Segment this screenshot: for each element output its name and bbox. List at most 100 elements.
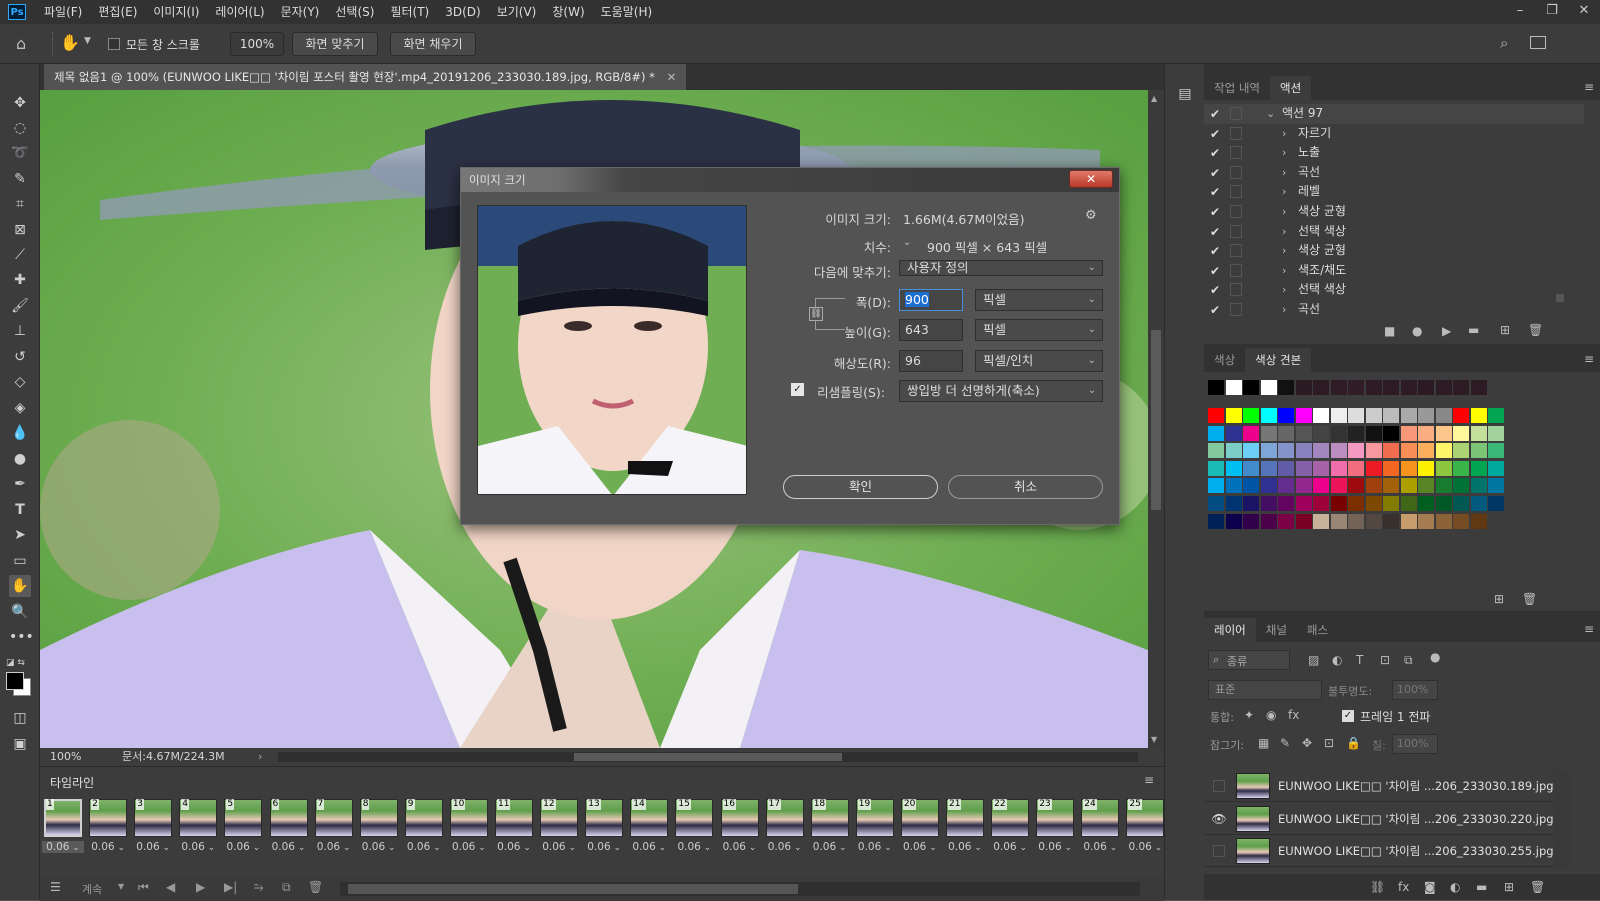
menu-select[interactable]: 선택(S)	[327, 0, 382, 24]
timeline-frame[interactable]: 13 0.06 ⌄	[583, 799, 625, 855]
vertical-scrollbar[interactable]: ▲ ▼	[1148, 90, 1164, 748]
color-swatch[interactable]	[1435, 478, 1452, 494]
dialog-toggle-box[interactable]	[1230, 283, 1242, 297]
color-swatch[interactable]	[1435, 408, 1452, 423]
color-swatch[interactable]	[1225, 408, 1242, 423]
color-swatch[interactable]	[1435, 443, 1452, 459]
move-tool-icon[interactable]: ✥	[9, 92, 31, 114]
color-swatch[interactable]	[1418, 425, 1434, 441]
color-swatch[interactable]	[1225, 460, 1242, 476]
chevron-right-icon[interactable]: ›	[1282, 261, 1286, 280]
color-swatch[interactable]	[1313, 443, 1329, 459]
color-swatch[interactable]	[1470, 513, 1487, 529]
height-input[interactable]: 643	[899, 319, 963, 341]
fill-field[interactable]: 100%	[1392, 734, 1438, 754]
color-swatch[interactable]	[1313, 478, 1329, 494]
menu-3d[interactable]: 3D(D)	[437, 0, 488, 24]
color-swatch[interactable]	[1330, 408, 1347, 423]
visibility-eye-icon[interactable]	[1213, 780, 1225, 792]
chevron-right-icon[interactable]: ›	[1282, 163, 1286, 182]
color-swatch[interactable]	[1225, 425, 1242, 441]
color-swatch[interactable]	[1383, 513, 1399, 529]
color-swatch[interactable]	[1243, 408, 1259, 423]
filter-smart-icon[interactable]: ⧉	[1404, 653, 1413, 668]
timeline-scroll-thumb[interactable]	[348, 884, 798, 894]
color-swatch[interactable]	[1278, 496, 1294, 511]
dialog-toggle-box[interactable]	[1230, 303, 1242, 316]
frame-delay[interactable]: 0.06 ⌄	[493, 841, 535, 853]
menu-image[interactable]: 이미지(I)	[145, 0, 207, 24]
color-swatch[interactable]	[1418, 513, 1434, 529]
frame-delay[interactable]: 0.06 ⌄	[1124, 841, 1166, 853]
frame-delay[interactable]: 0.06 ⌄	[989, 841, 1031, 853]
frame-delay[interactable]: 0.06 ⌄	[809, 841, 851, 853]
lock-artboard-icon[interactable]: ⊡	[1324, 736, 1334, 750]
link-layers-icon[interactable]: ⛓	[1370, 880, 1385, 894]
stamp-tool-icon[interactable]: ⊥	[9, 320, 31, 342]
visibility-eye-icon[interactable]: 👁	[1210, 810, 1228, 828]
check-icon[interactable]: ✔	[1210, 183, 1220, 202]
ok-button[interactable]: 확인	[783, 475, 938, 499]
history-brush-icon[interactable]: ↺	[9, 346, 31, 368]
color-swatch[interactable]	[1453, 460, 1469, 476]
eyedropper-tool-icon[interactable]: ⟋	[9, 244, 31, 266]
color-swatch[interactable]	[1295, 425, 1312, 441]
check-icon[interactable]: ✔	[1210, 144, 1220, 163]
recent-swatch[interactable]	[1260, 380, 1277, 395]
timeline-frame[interactable]: 10 0.06 ⌄	[448, 799, 490, 855]
chevron-right-icon[interactable]: ›	[1282, 143, 1286, 162]
tab-actions[interactable]: 액션	[1269, 76, 1312, 100]
recent-swatch[interactable]	[1435, 380, 1452, 395]
chevron-right-icon[interactable]: ›	[1282, 222, 1286, 241]
frame-tool-icon[interactable]: ⊠	[9, 219, 31, 241]
path-select-icon[interactable]: ➤	[9, 524, 31, 546]
hscroll-thumb[interactable]	[574, 753, 842, 761]
color-swatch[interactable]	[1470, 408, 1487, 423]
color-swatch[interactable]	[1313, 496, 1329, 511]
paint-bucket-icon[interactable]: ◈	[9, 397, 31, 419]
color-swatch[interactable]	[1383, 460, 1399, 476]
color-swatch[interactable]	[1365, 513, 1382, 529]
quick-select-icon[interactable]: ✎	[9, 168, 31, 190]
timeline-frame[interactable]: 9 0.06 ⌄	[403, 799, 445, 855]
recent-swatch[interactable]	[1453, 380, 1469, 395]
lock-position-icon[interactable]: ✥	[1302, 736, 1312, 750]
timeline-frame[interactable]: 8 0.06 ⌄	[358, 799, 400, 855]
color-swatch[interactable]	[1260, 513, 1277, 529]
layer-row[interactable]: EUNWOO LIKE□□ '차이림 ...206_233030.255.jpg	[1204, 835, 1554, 867]
color-swatch[interactable]	[1348, 513, 1364, 529]
color-swatch[interactable]	[1383, 478, 1399, 494]
marquee-tool-icon[interactable]: ◌	[9, 117, 31, 139]
color-swatch[interactable]	[1383, 425, 1399, 441]
color-swatch[interactable]	[1383, 443, 1399, 459]
shape-tool-icon[interactable]: ▭	[9, 550, 31, 572]
check-icon[interactable]: ✔	[1210, 164, 1220, 183]
color-swatch[interactable]	[1470, 496, 1487, 511]
dialog-toggle-box[interactable]	[1230, 185, 1242, 199]
color-swatch[interactable]	[1418, 443, 1434, 459]
frame-delay[interactable]: 0.06 ⌄	[628, 841, 670, 853]
color-swatch[interactable]	[1418, 496, 1434, 511]
color-swatch[interactable]	[1260, 443, 1277, 459]
color-swatch[interactable]	[1243, 425, 1259, 441]
dialog-toggle-box[interactable]	[1230, 165, 1242, 179]
color-swatch[interactable]	[1295, 460, 1312, 476]
color-swatch[interactable]	[1348, 460, 1364, 476]
color-swatch[interactable]	[1470, 425, 1487, 441]
action-item-row[interactable]: ✔ › 선택 색상	[1204, 280, 1584, 300]
color-swatch[interactable]	[1313, 513, 1329, 529]
timeline-frame[interactable]: 2 0.06 ⌄	[87, 799, 129, 855]
color-swatch[interactable]	[1243, 513, 1259, 529]
timeline-frame[interactable]: 5 0.06 ⌄	[222, 799, 264, 855]
dialog-toggle-box[interactable]	[1230, 224, 1242, 238]
menu-filter[interactable]: 필터(T)	[382, 0, 437, 24]
timeline-scrollbar[interactable]	[340, 882, 1140, 896]
scroll-thumb[interactable]	[1151, 330, 1161, 510]
action-item-row[interactable]: ✔ › 선택 색상	[1204, 222, 1584, 242]
close-icon[interactable]: ✕	[1568, 0, 1600, 24]
timeline-frame[interactable]: 12 0.06 ⌄	[538, 799, 580, 855]
document-tab[interactable]: 제목 없음1 @ 100% (EUNWOO LIKE□□ '차이림 포스터 촬영…	[44, 64, 687, 90]
menu-type[interactable]: 문자(Y)	[273, 0, 328, 24]
color-swatch[interactable]	[1400, 460, 1417, 476]
check-icon[interactable]: ✔	[1210, 203, 1220, 222]
